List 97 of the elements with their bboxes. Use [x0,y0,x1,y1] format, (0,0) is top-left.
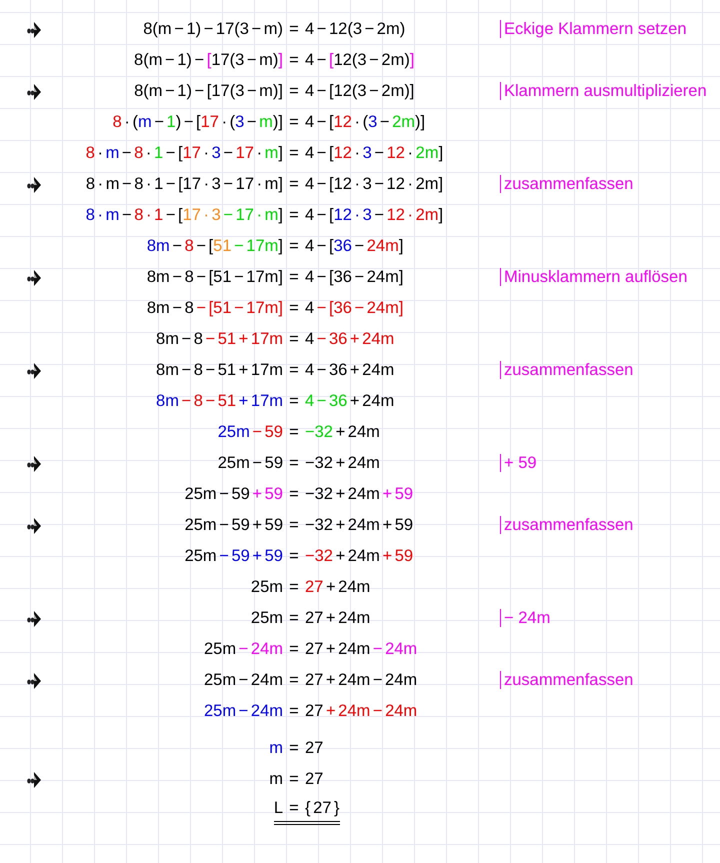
equals-sign: = [288,769,300,790]
pointer-icon[interactable] [27,770,41,788]
equals-sign: = [288,236,300,258]
step-note: zusammenfassen [500,671,634,690]
equals-sign: = [288,298,300,320]
equals-sign: = [288,577,300,598]
equation-left-side: 8(m − 1) −[17(3 − m)] [134,50,283,72]
equation-right-side: 4 − [12 · 3 − 12 · 2m] [305,174,444,196]
equation-right-side: 4 − [12 · 3−12 · 2m] [305,205,444,226]
equation-left-side: 8 · m − 8 · 1 − [17 · 3 − 17 · m] [86,174,283,196]
equation-left-side: m [269,769,283,790]
equation-right-side: 4 −[12(3 − 2m)] [305,50,414,72]
equation-right-side: 27 [305,769,324,790]
equation-left-side: 25m − 59 [218,453,283,474]
equation-right-side: 4 − [36−24m] [305,236,404,258]
equation-left-side: 8· (m−1) − [17· (3−m)] [112,112,283,134]
equals-sign: = [288,81,300,102]
equation-left-side: 8m− 8 − 51+ 17m [156,391,283,412]
step-note: zusammenfassen [500,361,634,380]
equation-right-side: 4− [36 − 24m] [305,298,404,320]
equation-right-side: 4 − [12· (3−2m)] [305,112,426,134]
equation-right-side: −32 + 24m+ 59 [305,484,414,506]
equation-right-side: −32+ 24m [305,422,380,444]
equation-right-side: 4 − [12(3 − 2m)] [305,81,414,102]
equals-sign: = [288,267,300,288]
equals-sign: = [288,19,300,40]
equation-right-side: 4 − [36 − 24m] [305,267,404,288]
equals-sign: = [288,515,300,536]
step-note: Eckige Klammern setzen [500,20,686,38]
equation-left-side: 25m− 59 [218,422,283,444]
equation-left-side: 25m − 24m [204,670,283,692]
equation-right-side: 4− 36 + 24m [305,329,394,350]
equation-right-side: 4 − 36 + 24m [305,360,394,382]
equation-left-side: 8m − 8 − 51 + 17m [156,360,283,382]
pointer-icon[interactable] [27,610,41,628]
equation-right-side: { 27 } [305,796,340,825]
equation-right-side: 27 + 24m − 24m [305,670,418,692]
equals-sign: = [288,329,300,350]
equation-right-side: 4 − 36+ 24m [305,391,394,412]
equals-sign: = [288,112,300,134]
equals-sign: = [288,484,300,506]
equation-right-side: 27 + 24m− 24m [305,639,418,660]
step-note: Minusklammern auflösen [500,268,688,286]
equation-right-side: 4 − [12·3−12·2m] [305,143,444,164]
equals-sign: = [288,205,300,226]
equals-sign: = [288,608,300,630]
equation-right-side: −32 + 24m + 59 [305,515,414,536]
equation-left-side: 25m − 24m [204,701,283,722]
pointer-icon[interactable] [27,82,41,100]
step-note: + 59 [500,454,537,472]
equals-sign: = [288,391,300,412]
equation-left-side: 25m − 59 + 59 [184,515,283,536]
equals-sign: = [288,360,300,382]
equals-sign: = [288,453,300,474]
equation-right-side: 27+ 24m [305,577,370,598]
equation-left-side: 8m − 8 − [51 − 17m] [146,267,283,288]
equals-sign: = [288,50,300,72]
equation-left-side: L [274,796,283,825]
equation-right-side: 27 [305,738,324,760]
equals-sign: = [288,670,300,692]
equation-left-side: 8m−8− [51− 17m] [146,236,283,258]
equals-sign: = [283,796,305,825]
equation-left-side: m [269,738,283,760]
equation-right-side: −32 + 24m [305,453,380,474]
equation-left-side: 8m − 8− [51 − 17m] [146,298,283,320]
equals-sign: = [288,143,300,164]
equation-left-side: 25m− 59 + 59 [184,546,283,568]
equals-sign: = [288,639,300,660]
equation-left-side: 25m− 24m [204,639,283,660]
equation-left-side: 8(m − 1) − [17(3 − m)] [134,81,283,102]
equation-left-side: 8(m − 1) − 17(3 − m) [143,19,283,40]
equation-left-side: 8·m−8·1− [17·3−17·m] [86,143,283,164]
pointer-icon[interactable] [27,268,41,286]
equals-sign: = [288,174,300,196]
equals-sign: = [288,701,300,722]
step-note: Klammern ausmultiplizieren [500,82,707,100]
equation-left-side: 8m − 8− 51 + 17m [156,329,283,350]
equation-left-side: 25m [250,577,283,598]
equation-right-side: 27 + 24m [305,608,370,630]
equation-left-side: 8 · m−8 · 1− [17 · 3− 17 · m] [86,205,283,226]
step-note: zusammenfassen [500,516,634,534]
pointer-icon[interactable] [27,672,41,690]
equation-right-side: 27+ 24m − 24m [305,701,418,722]
equals-sign: = [288,546,300,568]
equals-sign: = [288,422,300,444]
pointer-icon[interactable] [27,516,41,534]
step-note: − 24m [500,609,550,628]
equation-left-side: 25m − 59+ 59 [184,484,283,506]
pointer-icon[interactable] [27,454,41,472]
pointer-icon[interactable] [27,362,41,380]
equation-left-side: 25m [250,608,283,630]
equation-right-side: −32+ 24m+ 59 [305,546,414,568]
equation-right-side: 4 − 12(3 − 2m) [305,19,406,40]
pointer-icon[interactable] [27,20,41,38]
pointer-icon[interactable] [27,176,41,194]
step-note: zusammenfassen [500,175,634,194]
equals-sign: = [288,738,300,760]
